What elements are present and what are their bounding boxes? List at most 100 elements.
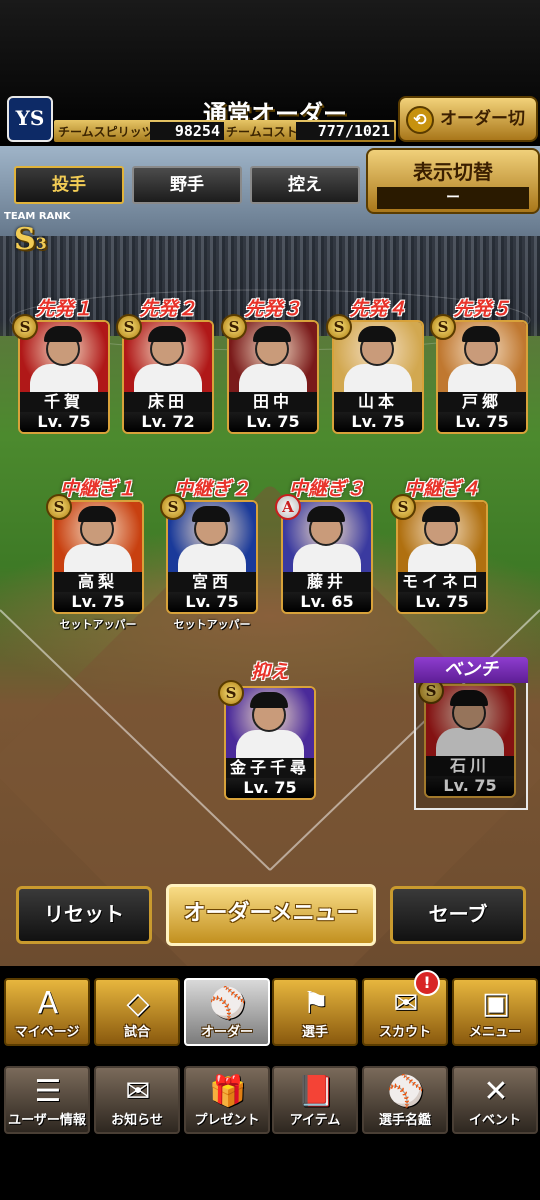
nav-label: 選手 xyxy=(301,1025,328,1040)
role-label: セットアッパー xyxy=(59,618,137,631)
display-switch-button[interactable]: 表示切替 ー xyxy=(366,148,540,214)
player-cap xyxy=(462,326,500,342)
nav-label: アイテム xyxy=(289,1113,341,1128)
present-icon: 🎁 xyxy=(209,1074,247,1109)
nav-event-button[interactable]: ✕ イベント xyxy=(452,1066,538,1134)
bench-area xyxy=(414,672,528,810)
nav-label: マイページ xyxy=(14,1025,80,1040)
player-name: 千賀 xyxy=(20,392,108,412)
player-level: Lv. 75 xyxy=(54,592,142,612)
team-rank-label: TEAM RANK xyxy=(4,211,71,222)
item-icon: 📕 xyxy=(297,1074,335,1109)
player-uniform xyxy=(239,364,307,394)
player-cap xyxy=(250,692,288,708)
tab-reserve[interactable]: 控え xyxy=(250,166,360,204)
player-level: Lv. 75 xyxy=(168,592,256,612)
player-directory-icon: ⚾ xyxy=(387,1074,425,1109)
page-title: 通常オーダー xyxy=(203,100,347,128)
player-uniform xyxy=(408,544,476,574)
player-uniform xyxy=(178,544,246,574)
team-spirits-value: 98254 xyxy=(150,122,224,140)
player-uniform xyxy=(64,544,132,574)
player-cap xyxy=(148,326,186,342)
nav-label: お知らせ xyxy=(111,1113,163,1128)
order-menu-button[interactable]: オーダーメニュー xyxy=(166,884,376,946)
event-icon: ✕ xyxy=(483,1074,509,1109)
player-name: 金子千尋 xyxy=(226,758,314,778)
player-level: Lv. 75 xyxy=(226,778,314,798)
nav-game-button[interactable]: ◇ 試合 xyxy=(94,978,180,1046)
swap-icon: ⟲ xyxy=(406,106,434,134)
player-name: 戸郷 xyxy=(438,392,526,412)
player-level: Lv. 75 xyxy=(334,412,422,432)
tab-pitcher[interactable]: 投手 xyxy=(14,166,124,204)
player-name: 床田 xyxy=(124,392,212,412)
order-switch-button[interactable]: ⟲ オーダー切替 xyxy=(398,96,538,171)
nav-order-button[interactable]: ⚾ オーダー xyxy=(184,978,270,1046)
team-rank-level: 3 xyxy=(35,234,47,253)
tab-fielder[interactable]: 野手 xyxy=(132,166,242,204)
nav-player-directory-button[interactable]: ⚾ 選手名鑑 xyxy=(362,1066,448,1134)
player-cap xyxy=(253,326,291,342)
nav-news-button[interactable]: ✉ お知らせ xyxy=(94,1066,180,1134)
rank-badge-icon: S xyxy=(12,314,38,340)
nav-label: スカウト xyxy=(378,1025,431,1040)
game-icon: ◇ xyxy=(126,986,150,1021)
closer-title: 抑え xyxy=(250,661,289,683)
player-uniform xyxy=(30,364,98,394)
news-icon: ✉ xyxy=(125,1074,151,1109)
rank-badge-icon: S xyxy=(390,494,416,520)
nav-player-button[interactable]: ⚑ 選手 xyxy=(272,978,358,1046)
nav-label: 試合 xyxy=(123,1025,150,1040)
player-cap xyxy=(44,326,82,342)
nav-item-button[interactable]: 📕 アイテム xyxy=(272,1066,358,1134)
player-uniform xyxy=(293,544,361,574)
player-uniform xyxy=(236,730,304,760)
reset-button[interactable]: リセット xyxy=(16,886,152,944)
rank-badge-icon: S xyxy=(46,494,72,520)
nav-label: オーダー xyxy=(200,1025,253,1040)
team-logo: YS xyxy=(7,96,53,142)
player-uniform xyxy=(344,364,412,394)
player-name: 山本 xyxy=(334,392,422,412)
player-name: 藤井 xyxy=(283,572,371,592)
player-name: 宮西 xyxy=(168,572,256,592)
rank-badge-icon: S xyxy=(430,314,456,340)
role-label: セットアッパー xyxy=(173,618,251,631)
nav-menu-button[interactable]: ▣ メニュー xyxy=(452,978,538,1046)
nav-user-info-button[interactable]: ☰ ユーザー情報 xyxy=(4,1066,90,1134)
rank-badge-icon: S xyxy=(326,314,352,340)
display-switch-label: 表示切替 xyxy=(413,160,493,184)
team-cost-value: 777/1021 xyxy=(296,122,394,140)
player-cap xyxy=(78,506,116,522)
display-switch-value: ー xyxy=(377,187,529,209)
player-level: Lv. 65 xyxy=(283,592,371,612)
team-cost-label: チームコスト xyxy=(226,125,298,139)
team-spirits-label: チームスピリッツ xyxy=(58,125,154,139)
mypage-icon: A xyxy=(37,986,59,1021)
rank-badge-icon: S xyxy=(221,314,247,340)
player-name: 高梨 xyxy=(54,572,142,592)
player-level: Lv. 75 xyxy=(20,412,108,432)
nav-present-button[interactable]: 🎁 プレゼント xyxy=(184,1066,270,1134)
player-cap xyxy=(358,326,396,342)
user-info-icon: ☰ xyxy=(34,1074,62,1109)
nav-label: メニュー xyxy=(468,1025,521,1040)
player-cap xyxy=(422,506,460,522)
rank-badge-icon: A xyxy=(275,494,301,520)
team-stats-bar: チームスピリッツ 98254 チームコスト 777/1021 xyxy=(54,120,396,142)
player-level: Lv. 75 xyxy=(229,412,317,432)
team-rank-letter: S xyxy=(14,222,36,257)
bench-title: ベンチ xyxy=(414,657,528,683)
nav-mypage-button[interactable]: A マイページ xyxy=(4,978,90,1046)
scout-notification-badge: ! xyxy=(414,970,440,996)
player-icon: ⚑ xyxy=(302,986,330,1021)
rank-badge-icon: S xyxy=(160,494,186,520)
rank-badge-icon: S xyxy=(116,314,142,340)
save-button[interactable]: セーブ xyxy=(390,886,526,944)
player-uniform xyxy=(448,364,516,394)
nav-label: イベント xyxy=(468,1113,521,1128)
player-uniform xyxy=(134,364,202,394)
nav-label: 選手名鑑 xyxy=(378,1113,431,1128)
player-name: モイネロ xyxy=(398,572,486,592)
